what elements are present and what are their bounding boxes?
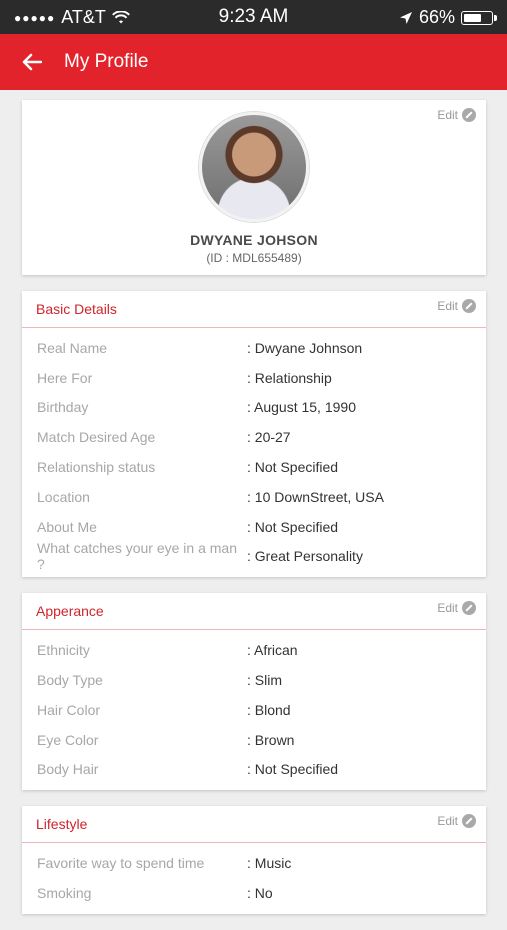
detail-value: : No xyxy=(247,885,273,902)
profile-content[interactable]: Edit DWYANE JOHSON (ID : MDL655489) Basi… xyxy=(22,100,486,930)
detail-value: : 10 DownStreet, USA xyxy=(247,488,384,505)
detail-value: : August 15, 1990 xyxy=(247,399,356,416)
detail-label: Smoking xyxy=(37,885,92,902)
detail-value: : Dwyane Johnson xyxy=(247,339,363,356)
pencil-icon xyxy=(462,601,476,616)
detail-label: Ethnicity xyxy=(37,642,90,659)
lifestyle-edit-button[interactable]: Edit xyxy=(437,814,476,829)
edit-label: Edit xyxy=(437,299,458,313)
detail-row: Relationship status : Not Specified xyxy=(22,452,486,482)
battery-fill xyxy=(464,13,482,22)
back-arrow-icon xyxy=(22,53,42,71)
detail-label: What catches your eye in a man ? xyxy=(37,540,237,573)
detail-label: Body Type xyxy=(37,672,103,689)
detail-rows: Real Name : Dwyane Johnson Here For : Relat… xyxy=(22,328,486,577)
avatar xyxy=(199,112,309,222)
detail-value: : Slim xyxy=(247,672,282,689)
detail-rows: Ethnicity : African Body Type : Slim Hair Co… xyxy=(22,630,486,790)
detail-row: Ethnicity : African xyxy=(22,635,486,665)
detail-row: What catches your eye in a man ? : Great … xyxy=(22,540,486,573)
profile-card: Edit DWYANE JOHSON (ID : MDL655489) xyxy=(22,100,486,275)
detail-value: : Not Specified xyxy=(247,518,339,535)
section-title: Lifestyle xyxy=(22,806,486,844)
section-card-appearance: Apperance Edit Ethnicity : African Body Ty… xyxy=(22,593,486,791)
detail-value: : 20-27 xyxy=(247,429,291,446)
detail-row: Location : 10 DownStreet, USA xyxy=(22,482,486,512)
section-card-basic-details: Basic Details Edit Real Name : Dwyane Joh… xyxy=(22,291,486,578)
detail-label: About Me xyxy=(37,518,97,535)
detail-value: : Music xyxy=(247,855,292,872)
detail-value: : Not Specified xyxy=(247,459,339,476)
edit-label: Edit xyxy=(437,814,458,829)
profile-name: DWYANE JOHSON xyxy=(190,232,318,248)
app-bar: My Profile xyxy=(0,34,507,90)
pencil-icon xyxy=(462,299,476,313)
profile-edit-button[interactable]: Edit xyxy=(437,108,476,122)
detail-label: Here For xyxy=(37,369,93,386)
status-bar: ●●●●● AT&T 9:23 AM 66% xyxy=(0,0,507,34)
battery-icon xyxy=(461,10,497,25)
edit-label: Edit xyxy=(437,601,458,616)
detail-row: Birthday : August 15, 1990 xyxy=(22,393,486,423)
detail-row: Body Type : Slim xyxy=(22,665,486,695)
detail-row: Here For : Relationship xyxy=(22,363,486,393)
detail-label: Hair Color xyxy=(37,701,101,718)
back-button[interactable] xyxy=(0,34,64,90)
pencil-icon xyxy=(462,108,476,122)
detail-label: Favorite way to spend time xyxy=(37,855,205,872)
detail-row: Hair Color : Blond xyxy=(22,695,486,725)
detail-rows: Favorite way to spend time : Music Smoking… xyxy=(22,843,486,914)
location-arrow-icon xyxy=(399,11,412,24)
detail-label: Birthday xyxy=(37,399,89,416)
detail-value: : Not Specified xyxy=(247,761,339,778)
detail-value: : Brown xyxy=(247,731,295,748)
detail-label: Body Hair xyxy=(37,761,99,778)
detail-row: Favorite way to spend time : Music xyxy=(22,848,486,878)
battery-percent: 66% xyxy=(418,7,455,27)
status-right: 66% xyxy=(399,7,497,28)
section-title: Apperance xyxy=(22,593,486,631)
detail-value: : Great Personality xyxy=(247,548,363,565)
detail-label: Match Desired Age xyxy=(37,429,156,446)
detail-label: Relationship status xyxy=(37,459,156,476)
detail-value: : African xyxy=(247,642,298,659)
detail-value: : Relationship xyxy=(247,369,332,386)
detail-row: Eye Color : Brown xyxy=(22,725,486,755)
detail-row: Match Desired Age : 20-27 xyxy=(22,422,486,452)
detail-row: Smoking : No xyxy=(22,878,486,908)
detail-label: Location xyxy=(37,488,90,505)
detail-label: Real Name xyxy=(37,339,108,356)
basic-details-edit-button[interactable]: Edit xyxy=(437,299,476,313)
section-title: Basic Details xyxy=(22,291,486,328)
detail-label: Eye Color xyxy=(37,731,99,748)
profile-id: (ID : MDL655489) xyxy=(206,251,302,265)
detail-row: Real Name : Dwyane Johnson xyxy=(22,333,486,363)
detail-row: Body Hair : Not Specified xyxy=(22,755,486,785)
detail-row: About Me : Not Specified xyxy=(22,512,486,542)
detail-value: : Blond xyxy=(247,701,291,718)
section-card-lifestyle: Lifestyle Edit Favorite way to spend tim… xyxy=(22,806,486,914)
page-title: My Profile xyxy=(64,51,149,72)
pencil-icon xyxy=(462,814,476,829)
edit-label: Edit xyxy=(437,108,458,122)
appearance-edit-button[interactable]: Edit xyxy=(437,601,476,616)
